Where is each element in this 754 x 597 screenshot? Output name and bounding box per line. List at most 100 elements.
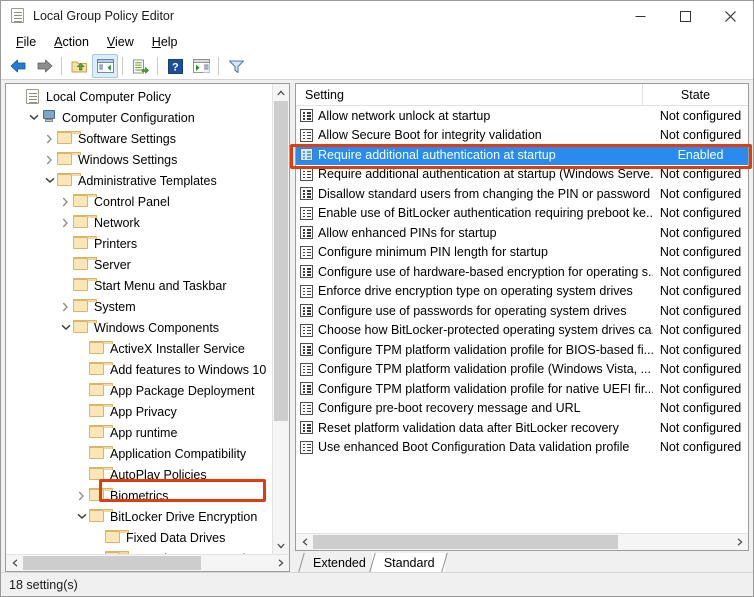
tree-item-printers[interactable]: Printers [6, 233, 272, 254]
tree-item-software-settings[interactable]: Software Settings [6, 128, 272, 149]
close-button[interactable] [708, 1, 753, 31]
chevron-right-icon[interactable] [42, 149, 57, 170]
export-list-button[interactable] [127, 54, 153, 78]
local-group-policy-editor-window: Local Group Policy Editor File Action Vi… [0, 0, 754, 597]
tree-item-windows-components[interactable]: Windows Components [6, 317, 272, 338]
tree-item-administrative-templates[interactable]: Administrative Templates [6, 170, 272, 191]
folder-icon [73, 320, 90, 336]
table-row[interactable]: Enforce drive encryption type on operati… [296, 282, 748, 302]
tree-item-start-menu-and-taskbar[interactable]: Start Menu and Taskbar [6, 275, 272, 296]
list-scroll-left-button[interactable] [296, 534, 313, 550]
list-scroll-right-button[interactable] [731, 534, 748, 550]
table-row[interactable]: Disallow standard users from changing th… [296, 184, 748, 204]
table-row[interactable]: Use enhanced Boot Configuration Data val… [296, 438, 748, 458]
tree-scroll-thumb[interactable] [274, 101, 288, 421]
tree-scroll-track[interactable] [273, 101, 289, 537]
toolbar: ? [1, 53, 753, 80]
up-one-level-button[interactable] [66, 54, 92, 78]
forward-button[interactable] [31, 54, 57, 78]
setting-name: Allow Secure Boot for integrity validati… [318, 128, 653, 142]
list-horizontal-scrollbar[interactable] [296, 533, 748, 550]
twisty-placeholder [90, 527, 105, 548]
list-hscroll-thumb[interactable] [313, 535, 618, 549]
menu-help[interactable]: Help [143, 33, 187, 51]
show-hide-action-pane-button[interactable] [188, 54, 214, 78]
tab-standard[interactable]: Standard [372, 553, 445, 572]
tree-item-computer-configuration[interactable]: Computer Configuration [6, 107, 272, 128]
chevron-down-icon[interactable] [26, 107, 41, 128]
chevron-down-icon[interactable] [42, 170, 57, 191]
tree-scroll-right-button[interactable] [272, 555, 289, 571]
help-button[interactable]: ? [162, 54, 188, 78]
filter-button[interactable] [223, 54, 249, 78]
minimize-button[interactable] [618, 1, 663, 31]
tree-item-app-privacy[interactable]: App Privacy [6, 401, 272, 422]
policy-setting-icon [300, 324, 313, 337]
tree-item-activex-installer-service[interactable]: ActiveX Installer Service [6, 338, 272, 359]
chevron-right-icon[interactable] [42, 128, 57, 149]
table-row[interactable]: Configure TPM platform validation profil… [296, 340, 748, 360]
chevron-right-icon[interactable] [58, 212, 73, 233]
tree-vertical-scrollbar[interactable] [272, 84, 289, 554]
table-row[interactable]: Require additional authentication at sta… [296, 165, 748, 185]
maximize-button[interactable] [663, 1, 708, 31]
table-row[interactable]: Allow Secure Boot for integrity validati… [296, 126, 748, 146]
setting-name: Enable use of BitLocker authentication r… [318, 206, 653, 220]
chevron-right-icon[interactable] [74, 485, 89, 506]
table-row[interactable]: Enable use of BitLocker authentication r… [296, 204, 748, 224]
chevron-down-icon[interactable] [74, 506, 89, 527]
tree-item-local-computer-policy[interactable]: Local Computer Policy [6, 86, 272, 107]
tree-scroll-up-button[interactable] [273, 84, 289, 101]
menu-view[interactable]: View [98, 33, 143, 51]
tree-item-bitlocker-drive-encryption[interactable]: BitLocker Drive Encryption [6, 506, 272, 527]
tree-scroll-left-button[interactable] [6, 555, 23, 571]
tree-scroll-down-button[interactable] [273, 537, 289, 554]
tree-item-control-panel[interactable]: Control Panel [6, 191, 272, 212]
list-hscroll-track[interactable] [313, 534, 731, 550]
tree-item-app-package-deployment[interactable]: App Package Deployment [6, 380, 272, 401]
tree-item-biometrics[interactable]: Biometrics [6, 485, 272, 506]
table-row[interactable]: Configure pre-boot recovery message and … [296, 399, 748, 419]
chevron-right-icon[interactable] [58, 191, 73, 212]
toolbar-separator [157, 57, 158, 75]
table-row[interactable]: Configure use of hardware-based encrypti… [296, 262, 748, 282]
tree-item-label: BitLocker Drive Encryption [110, 510, 257, 524]
table-row[interactable]: Configure TPM platform validation profil… [296, 379, 748, 399]
show-hide-console-tree-button[interactable] [92, 54, 118, 78]
back-button[interactable] [5, 54, 31, 78]
tree-item-app-runtime[interactable]: App runtime [6, 422, 272, 443]
chevron-right-icon[interactable] [58, 296, 73, 317]
column-header-state[interactable]: State [643, 84, 748, 106]
table-row[interactable]: Allow enhanced PINs for startupNot confi… [296, 223, 748, 243]
table-row[interactable]: Reset platform validation data after Bit… [296, 418, 748, 438]
tree-horizontal-scrollbar[interactable] [6, 554, 289, 571]
folder-icon [89, 404, 106, 420]
menu-help-rest: elp [161, 35, 178, 49]
tree-hscroll-track[interactable] [23, 555, 272, 571]
setting-state: Not configured [653, 226, 748, 240]
tree-item-autoplay-policies[interactable]: AutoPlay Policies [6, 464, 272, 485]
menu-file[interactable]: File [7, 33, 45, 51]
table-row[interactable]: Choose how BitLocker-protected operating… [296, 321, 748, 341]
table-row[interactable]: Configure TPM platform validation profil… [296, 360, 748, 380]
tree-item-windows-settings[interactable]: Windows Settings [6, 149, 272, 170]
tree-scroll-area: Local Computer PolicyComputer Configurat… [6, 84, 289, 554]
table-row-selected[interactable]: Require additional authentication at sta… [296, 145, 748, 165]
tree-item-add-features-to-windows-10[interactable]: Add features to Windows 10 [6, 359, 272, 380]
tree-item-network[interactable]: Network [6, 212, 272, 233]
menu-action[interactable]: Action [45, 33, 98, 51]
setting-name: Choose how BitLocker-protected operating… [318, 323, 653, 337]
table-row[interactable]: Configure use of passwords for operating… [296, 301, 748, 321]
tree-item-server[interactable]: Server [6, 254, 272, 275]
toolbar-separator [61, 57, 62, 75]
table-row[interactable]: Configure minimum PIN length for startup… [296, 243, 748, 263]
tree-hscroll-thumb[interactable] [23, 556, 201, 570]
column-header-setting[interactable]: Setting [296, 84, 643, 106]
chevron-down-icon[interactable] [58, 317, 73, 338]
tree-item-application-compatibility[interactable]: Application Compatibility [6, 443, 272, 464]
tree-item-system[interactable]: System [6, 296, 272, 317]
table-row[interactable]: Allow network unlock at startupNot confi… [296, 106, 748, 126]
tree-item-fixed-data-drives[interactable]: Fixed Data Drives [6, 527, 272, 548]
tab-extended[interactable]: Extended [301, 553, 376, 572]
menu-help-accel: H [152, 35, 161, 49]
